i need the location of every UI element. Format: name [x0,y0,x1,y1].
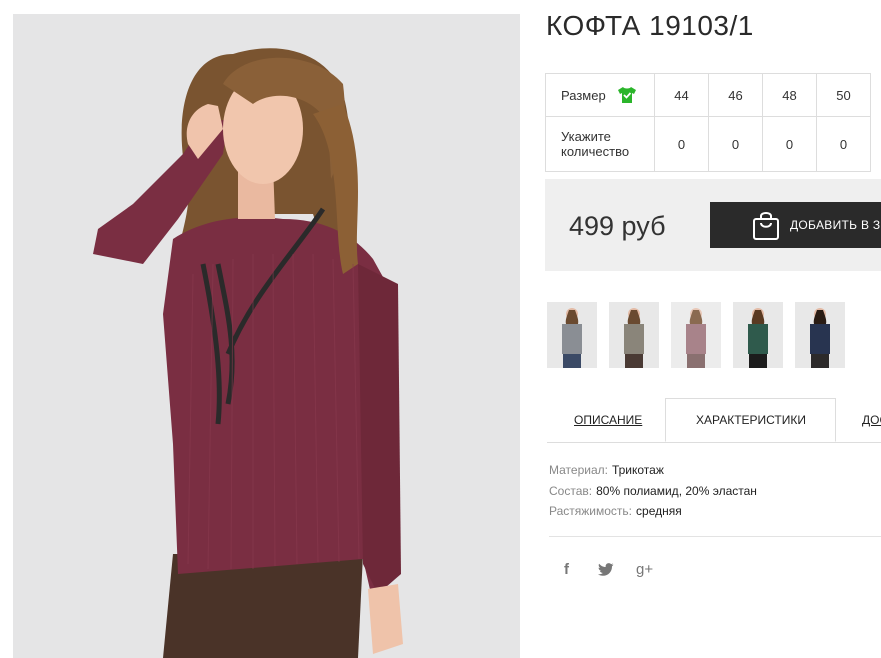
quantity-input-50[interactable]: 0 [816,116,871,172]
quantity-label-line1: Укажите [561,129,611,144]
color-variant-pink[interactable] [671,302,721,368]
shopping-bag-icon [753,212,779,240]
twitter-bird-icon[interactable] [598,563,614,576]
facebook-icon[interactable]: f [564,561,569,578]
spec-key: Состав: [549,483,593,498]
size-46[interactable]: 46 [708,73,763,117]
spec-row: Состав: 80% полиамид, 20% эластан [549,481,757,502]
color-variant-grey[interactable] [547,302,597,368]
social-divider [549,536,881,537]
tab-description[interactable]: ОПИСАНИЕ [574,413,642,427]
product-photo-illustration [13,14,520,658]
product-main-photo[interactable] [13,14,520,658]
spec-key: Растяжимость: [549,504,633,518]
quantity-input-46[interactable]: 0 [708,116,763,172]
characteristics-list: Материал: Трикотаж Состав: 80% полиамид, 2… [549,460,757,522]
color-variant-green[interactable] [733,302,783,368]
add-to-cart-button[interactable]: ДОБАВИТЬ В З [710,202,881,248]
quantity-input-48[interactable]: 0 [762,116,817,172]
spec-value: средняя [636,504,682,518]
color-variant-navy[interactable] [795,302,845,368]
quantity-label-line2: количество [561,144,630,159]
product-tabs: ОПИСАНИЕ ХАРАКТЕРИСТИКИ ДОС [547,398,881,443]
spec-key: Материал: [549,463,608,477]
size-50[interactable]: 50 [816,73,871,117]
quantity-label-cell: Укажите количество [545,116,655,172]
size-44[interactable]: 44 [654,73,709,117]
size-48[interactable]: 48 [762,73,817,117]
size-header-cell: Размер [545,73,655,117]
gplus-icon[interactable]: g+ [636,561,653,578]
color-variant-beige[interactable] [609,302,659,368]
spec-value: Трикотаж [611,463,664,477]
quantity-input-44[interactable]: 0 [654,116,709,172]
spec-row: Материал: Трикотаж [549,460,757,481]
add-to-cart-label: ДОБАВИТЬ В З [790,218,881,232]
size-quantity-table: Размер 44 46 48 50 Укажите количество 0 … [545,73,871,172]
size-header-label: Размер [561,88,606,103]
product-title: КОФТА 19103/1 [546,10,754,41]
tshirt-check-icon[interactable] [617,86,637,104]
product-price: 499 руб [569,211,666,241]
spec-value: 80% полиамид, 20% эластан [596,483,757,498]
tab-characteristics[interactable]: ХАРАКТЕРИСТИКИ [696,413,806,427]
spec-row: Растяжимость: средняя [549,501,757,522]
tab-delivery[interactable]: ДОС [862,413,881,427]
buy-box: 499 руб ДОБАВИТЬ В З [545,179,881,271]
